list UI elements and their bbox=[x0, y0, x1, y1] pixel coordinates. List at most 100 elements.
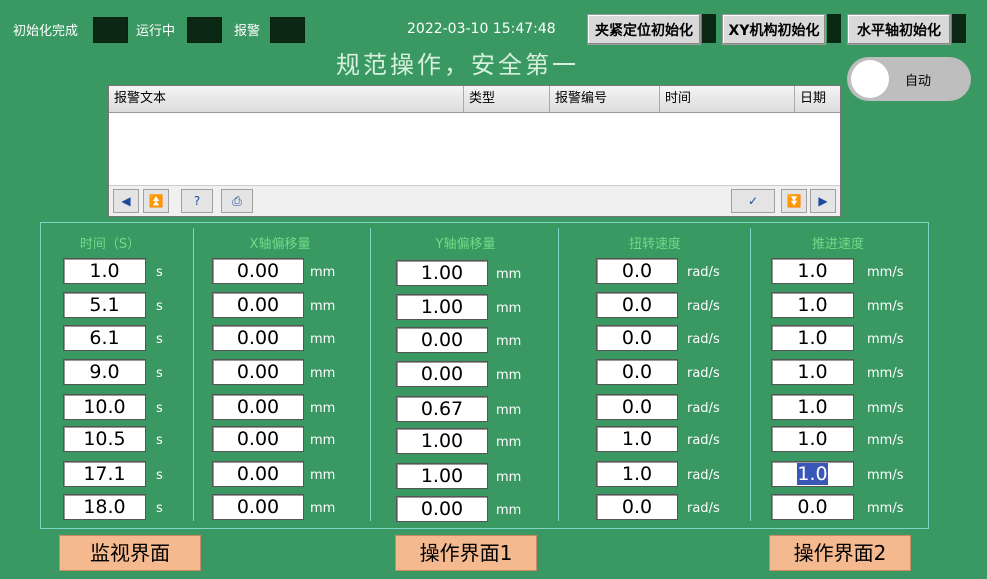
twist-speed-unit: rad/s bbox=[687, 433, 720, 448]
acknowledge-icon[interactable]: ✓ bbox=[731, 189, 775, 213]
help-icon[interactable]: ? bbox=[181, 189, 213, 213]
print-icon[interactable]: ⎙ bbox=[221, 189, 253, 213]
alarm-col-type[interactable]: 类型 bbox=[464, 86, 550, 112]
twist-speed-input[interactable]: 0.0 bbox=[596, 359, 678, 385]
x-offset-unit: mm bbox=[310, 401, 336, 416]
safety-slogan: 规范操作，安全第一 bbox=[336, 51, 579, 79]
y-offset-unit: mm bbox=[496, 503, 522, 518]
alarm-col-text[interactable]: 报警文本 bbox=[109, 86, 464, 112]
time-unit: s bbox=[156, 433, 163, 448]
x-offset-input[interactable]: 0.00 bbox=[212, 461, 304, 487]
twist-speed-unit: rad/s bbox=[687, 265, 720, 280]
scroll-left-icon[interactable]: ◀ bbox=[113, 189, 139, 213]
twist-speed-input[interactable]: 0.0 bbox=[596, 494, 678, 520]
y-offset-input[interactable]: 0.00 bbox=[396, 327, 488, 353]
feed-speed-input[interactable]: 1.0 bbox=[771, 461, 854, 487]
y-offset-input[interactable]: 0.00 bbox=[396, 496, 488, 522]
operation-screen-2-button[interactable]: 操作界面2 bbox=[769, 535, 911, 571]
col-header-time: 时间（S） bbox=[79, 237, 141, 252]
column-divider bbox=[558, 228, 559, 521]
scroll-right-icon[interactable]: ▶ bbox=[810, 189, 836, 213]
y-offset-input[interactable]: 1.00 bbox=[396, 294, 488, 320]
time-input[interactable]: 10.5 bbox=[63, 426, 146, 452]
feed-speed-unit: mm/s bbox=[867, 299, 904, 314]
operation-screen-1-button[interactable]: 操作界面1 bbox=[395, 535, 537, 571]
horizontal-init-button[interactable]: 水平轴初始化 bbox=[847, 14, 951, 45]
time-unit: s bbox=[156, 299, 163, 314]
feed-speed-value: 1.0 bbox=[797, 260, 828, 282]
x-offset-input[interactable]: 0.00 bbox=[212, 494, 304, 520]
y-offset-unit: mm bbox=[496, 470, 522, 485]
feed-speed-value: 1.0 bbox=[797, 463, 828, 485]
y-offset-unit: mm bbox=[496, 368, 522, 383]
twist-speed-unit: rad/s bbox=[687, 299, 720, 314]
feed-speed-input[interactable]: 1.0 bbox=[771, 325, 854, 351]
x-offset-input[interactable]: 0.00 bbox=[212, 325, 304, 351]
time-unit: s bbox=[156, 401, 163, 416]
x-offset-input[interactable]: 0.00 bbox=[212, 426, 304, 452]
time-input[interactable]: 10.0 bbox=[63, 394, 146, 420]
x-offset-input[interactable]: 0.00 bbox=[212, 292, 304, 318]
twist-speed-input[interactable]: 0.0 bbox=[596, 394, 678, 420]
x-offset-input[interactable]: 0.00 bbox=[212, 359, 304, 385]
time-unit: s bbox=[156, 501, 163, 516]
time-value: 18.0 bbox=[83, 496, 126, 518]
feed-speed-input[interactable]: 1.0 bbox=[771, 292, 854, 318]
x-offset-input[interactable]: 0.00 bbox=[212, 258, 304, 284]
twist-speed-input[interactable]: 0.0 bbox=[596, 292, 678, 318]
monitor-screen-button[interactable]: 监视界面 bbox=[59, 535, 201, 571]
time-input[interactable]: 6.1 bbox=[63, 325, 146, 351]
y-offset-input[interactable]: 1.00 bbox=[396, 463, 488, 489]
y-offset-value: 0.67 bbox=[420, 398, 464, 420]
y-offset-value: 1.00 bbox=[420, 296, 464, 318]
status-alarm-label: 报警 bbox=[234, 24, 261, 39]
horizontal-init-indicator bbox=[952, 14, 966, 43]
alarm-col-time[interactable]: 时间 bbox=[660, 86, 795, 112]
scroll-top-icon[interactable]: ⏫ bbox=[143, 189, 169, 213]
time-input[interactable]: 1.0 bbox=[63, 258, 146, 284]
y-offset-unit: mm bbox=[496, 435, 522, 450]
y-offset-input[interactable]: 1.00 bbox=[396, 260, 488, 286]
y-offset-input[interactable]: 0.67 bbox=[396, 396, 488, 422]
twist-speed-input[interactable]: 0.0 bbox=[596, 258, 678, 284]
scroll-bottom-icon[interactable]: ⏬ bbox=[781, 189, 807, 213]
time-input[interactable]: 17.1 bbox=[63, 461, 146, 487]
y-offset-value: 1.00 bbox=[420, 430, 464, 452]
twist-speed-value: 1.0 bbox=[621, 463, 653, 485]
time-value: 10.5 bbox=[83, 428, 126, 450]
y-offset-value: 0.00 bbox=[420, 329, 464, 351]
feed-speed-unit: mm/s bbox=[867, 332, 904, 347]
clamp-init-indicator bbox=[702, 14, 716, 43]
y-offset-input[interactable]: 1.00 bbox=[396, 428, 488, 454]
twist-speed-input[interactable]: 1.0 bbox=[596, 461, 678, 487]
mode-toggle[interactable]: 自动 bbox=[847, 57, 971, 101]
time-input[interactable]: 9.0 bbox=[63, 359, 146, 385]
x-offset-input[interactable]: 0.00 bbox=[212, 394, 304, 420]
y-offset-input[interactable]: 0.00 bbox=[396, 361, 488, 387]
twist-speed-input[interactable]: 1.0 bbox=[596, 426, 678, 452]
x-offset-value: 0.00 bbox=[236, 496, 280, 518]
alarm-col-number[interactable]: 报警编号 bbox=[550, 86, 660, 112]
xy-init-button[interactable]: XY机构初始化 bbox=[722, 14, 826, 45]
feed-speed-unit: mm/s bbox=[867, 501, 904, 516]
xy-init-indicator bbox=[827, 14, 841, 43]
feed-speed-input[interactable]: 1.0 bbox=[771, 394, 854, 420]
time-input[interactable]: 5.1 bbox=[63, 292, 146, 318]
alarm-col-date[interactable]: 日期 bbox=[795, 86, 840, 112]
feed-speed-input[interactable]: 1.0 bbox=[771, 258, 854, 284]
feed-speed-input[interactable]: 1.0 bbox=[771, 359, 854, 385]
y-offset-value: 0.00 bbox=[420, 363, 464, 385]
x-offset-unit: mm bbox=[310, 433, 336, 448]
status-init-done-label: 初始化完成 bbox=[13, 24, 79, 39]
twist-speed-input[interactable]: 0.0 bbox=[596, 325, 678, 351]
time-input[interactable]: 18.0 bbox=[63, 494, 146, 520]
feed-speed-unit: mm/s bbox=[867, 468, 904, 483]
status-running-label: 运行中 bbox=[136, 24, 176, 39]
feed-speed-unit: mm/s bbox=[867, 401, 904, 416]
feed-speed-value: 1.0 bbox=[797, 294, 828, 316]
clamp-init-button[interactable]: 夹紧定位初始化 bbox=[587, 14, 701, 45]
feed-speed-input[interactable]: 1.0 bbox=[771, 426, 854, 452]
datetime-display: 2022-03-10 15:47:48 bbox=[407, 21, 556, 37]
column-divider bbox=[750, 228, 751, 521]
feed-speed-input[interactable]: 0.0 bbox=[771, 494, 854, 520]
